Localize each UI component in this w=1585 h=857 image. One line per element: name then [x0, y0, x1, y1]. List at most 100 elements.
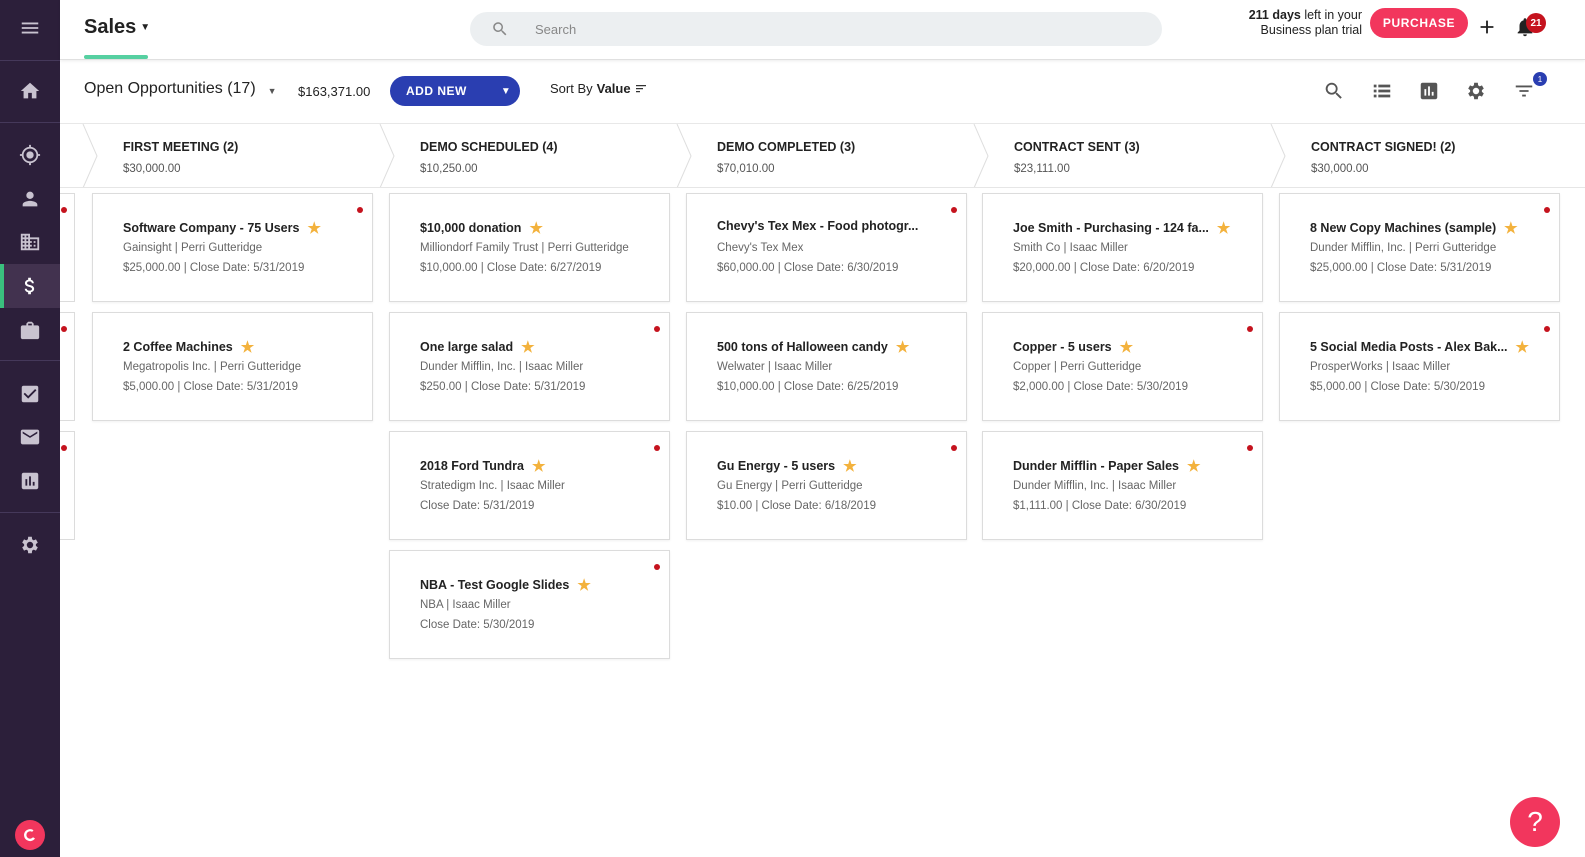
- card-title: $10,000 donation: [420, 221, 522, 235]
- stage-chevron: [676, 124, 692, 188]
- card-company: Megatropolis Inc. | Perri Gutteridge: [123, 361, 302, 373]
- home-icon: [20, 82, 40, 99]
- card-details: $20,000.00 | Close Date: 6/20/2019: [1013, 262, 1195, 274]
- stage-name: CONTRACT SENT (3): [1014, 140, 1140, 154]
- sidebar-item-sales[interactable]: [0, 264, 60, 308]
- copper-logo-icon[interactable]: [15, 820, 45, 850]
- opportunity-card[interactable]: Software Company - 75 Users ★ Gainsight |…: [92, 193, 373, 302]
- card-company: Stratedigm Inc. | Isaac Miller: [420, 480, 565, 492]
- opportunity-card[interactable]: Dunder Mifflin - Paper Sales ★ Dunder Mif…: [982, 431, 1263, 540]
- partial-card[interactable]: [60, 193, 75, 302]
- star-icon[interactable]: ★: [1187, 457, 1200, 475]
- search-input[interactable]: [535, 21, 1095, 37]
- chart-icon: [21, 472, 39, 490]
- star-icon[interactable]: ★: [1217, 219, 1230, 237]
- stage-chevron: [973, 124, 989, 188]
- star-icon[interactable]: ★: [1120, 338, 1133, 356]
- page-title-dropdown[interactable]: Sales ▼: [84, 16, 150, 39]
- card-company: ProsperWorks | Isaac Miller: [1310, 361, 1451, 373]
- active-tab-indicator: [84, 55, 148, 59]
- sidebar-item-email[interactable]: [0, 415, 60, 459]
- stage-name: CONTRACT SIGNED! (2): [1311, 140, 1456, 154]
- view-selector[interactable]: Open Opportunities (17) ▼: [84, 80, 277, 98]
- star-icon[interactable]: ★: [1516, 338, 1529, 356]
- stage-value: $23,111.00: [1014, 163, 1070, 175]
- opportunity-card[interactable]: Chevy's Tex Mex - Food photogr... Chevy'…: [686, 193, 967, 302]
- card-title: Joe Smith - Purchasing - 124 fa...: [1013, 221, 1209, 235]
- card-company: Gainsight | Perri Gutteridge: [123, 242, 263, 254]
- stage-chevron: [1270, 124, 1286, 188]
- partial-card[interactable]: [60, 312, 75, 421]
- caret-down-icon[interactable]: ▼: [501, 86, 511, 97]
- opportunity-card[interactable]: Joe Smith - Purchasing - 124 fa... ★ Smit…: [982, 193, 1263, 302]
- mail-icon: [20, 429, 40, 445]
- card-details: $25,000.00 | Close Date: 5/31/2019: [1310, 262, 1492, 274]
- star-icon[interactable]: ★: [896, 338, 909, 356]
- sort-by-control[interactable]: Sort By Value: [550, 81, 647, 96]
- trial-days: 211 days: [1248, 8, 1301, 22]
- opportunity-card[interactable]: 2 Coffee Machines ★ Megatropolis Inc. | P…: [92, 312, 373, 421]
- sidebar-divider: [0, 360, 60, 361]
- card-company: NBA | Isaac Miller: [420, 599, 511, 611]
- add-icon[interactable]: [1476, 16, 1498, 38]
- stage-name: DEMO SCHEDULED (4): [420, 140, 558, 154]
- star-icon[interactable]: ★: [521, 338, 534, 356]
- list-view-icon[interactable]: [1371, 80, 1395, 104]
- sidebar: [0, 0, 60, 857]
- star-icon[interactable]: ★: [529, 219, 542, 237]
- search-icon[interactable]: [1323, 80, 1347, 104]
- sidebar-item-people[interactable]: [0, 177, 60, 221]
- sidebar-item-leads[interactable]: [0, 133, 60, 177]
- opportunity-card[interactable]: 8 New Copy Machines (sample) ★ Dunder Mif…: [1279, 193, 1560, 302]
- filter-icon[interactable]: [1513, 80, 1537, 104]
- star-icon[interactable]: ★: [577, 576, 590, 594]
- card-title: 5 Social Media Posts - Alex Bak...: [1310, 340, 1508, 354]
- overdue-dot: [1544, 326, 1550, 332]
- sidebar-item-projects[interactable]: [0, 308, 60, 352]
- star-icon[interactable]: ★: [241, 338, 254, 356]
- sidebar-item-settings[interactable]: [0, 523, 60, 567]
- opportunity-card[interactable]: $10,000 donation ★ Milliondorf Family Tru…: [389, 193, 670, 302]
- opportunity-card[interactable]: Gu Energy - 5 users ★ Gu Energy | Perri G…: [686, 431, 967, 540]
- opportunity-card[interactable]: 2018 Ford Tundra ★ Stratedigm Inc. | Isaa…: [389, 431, 670, 540]
- opportunity-card[interactable]: 500 tons of Halloween candy ★ Welwater | …: [686, 312, 967, 421]
- person-icon: [22, 191, 38, 207]
- gear-icon[interactable]: [1465, 80, 1489, 104]
- purchase-button[interactable]: PURCHASE: [1370, 8, 1468, 38]
- star-icon[interactable]: ★: [532, 457, 545, 475]
- card-title: Chevy's Tex Mex - Food photogr...: [717, 219, 919, 233]
- sidebar-item-reports[interactable]: [0, 459, 60, 503]
- opportunity-card[interactable]: NBA - Test Google Slides ★ NBA | Isaac Mi…: [389, 550, 670, 659]
- stage-value: $10,250.00: [420, 163, 478, 175]
- help-button[interactable]: ?: [1510, 797, 1560, 847]
- opportunity-card[interactable]: One large salad ★ Dunder Mifflin, Inc. | …: [389, 312, 670, 421]
- sidebar-item-tasks[interactable]: [0, 372, 60, 416]
- star-icon[interactable]: ★: [843, 457, 856, 475]
- card-details: $10.00 | Close Date: 6/18/2019: [717, 500, 876, 512]
- chart-view-icon[interactable]: [1418, 80, 1442, 104]
- card-title: 2018 Ford Tundra: [420, 459, 524, 473]
- card-details: $1,111.00 | Close Date: 6/30/2019: [1013, 500, 1187, 512]
- overdue-dot: [357, 207, 363, 213]
- sidebar-item-companies[interactable]: [0, 220, 60, 264]
- stage-value: $30,000.00: [123, 163, 181, 175]
- overdue-dot: [61, 207, 67, 213]
- overdue-dot: [1247, 326, 1253, 332]
- star-icon[interactable]: ★: [307, 219, 320, 237]
- notification-count-badge: 21: [1526, 13, 1546, 33]
- overdue-dot: [654, 564, 660, 570]
- opportunity-card[interactable]: Copper - 5 users ★ Copper | Perri Gutteri…: [982, 312, 1263, 421]
- sidebar-divider: [0, 60, 60, 61]
- card-details: Close Date: 5/31/2019: [420, 500, 535, 512]
- sort-by-prefix: Sort By: [550, 81, 593, 96]
- partial-card[interactable]: [60, 431, 75, 540]
- filter-count-badge: 1: [1533, 72, 1547, 86]
- menu-icon[interactable]: [0, 6, 60, 50]
- sidebar-item-home[interactable]: [0, 69, 60, 113]
- opportunity-card[interactable]: 5 Social Media Posts - Alex Bak... ★ Pros…: [1279, 312, 1560, 421]
- page-title: Sales: [84, 16, 137, 38]
- briefcase-icon: [20, 321, 40, 340]
- add-new-button[interactable]: ADD NEW ▼: [390, 76, 520, 106]
- search-bar[interactable]: [470, 12, 1162, 46]
- star-icon[interactable]: ★: [1504, 219, 1517, 237]
